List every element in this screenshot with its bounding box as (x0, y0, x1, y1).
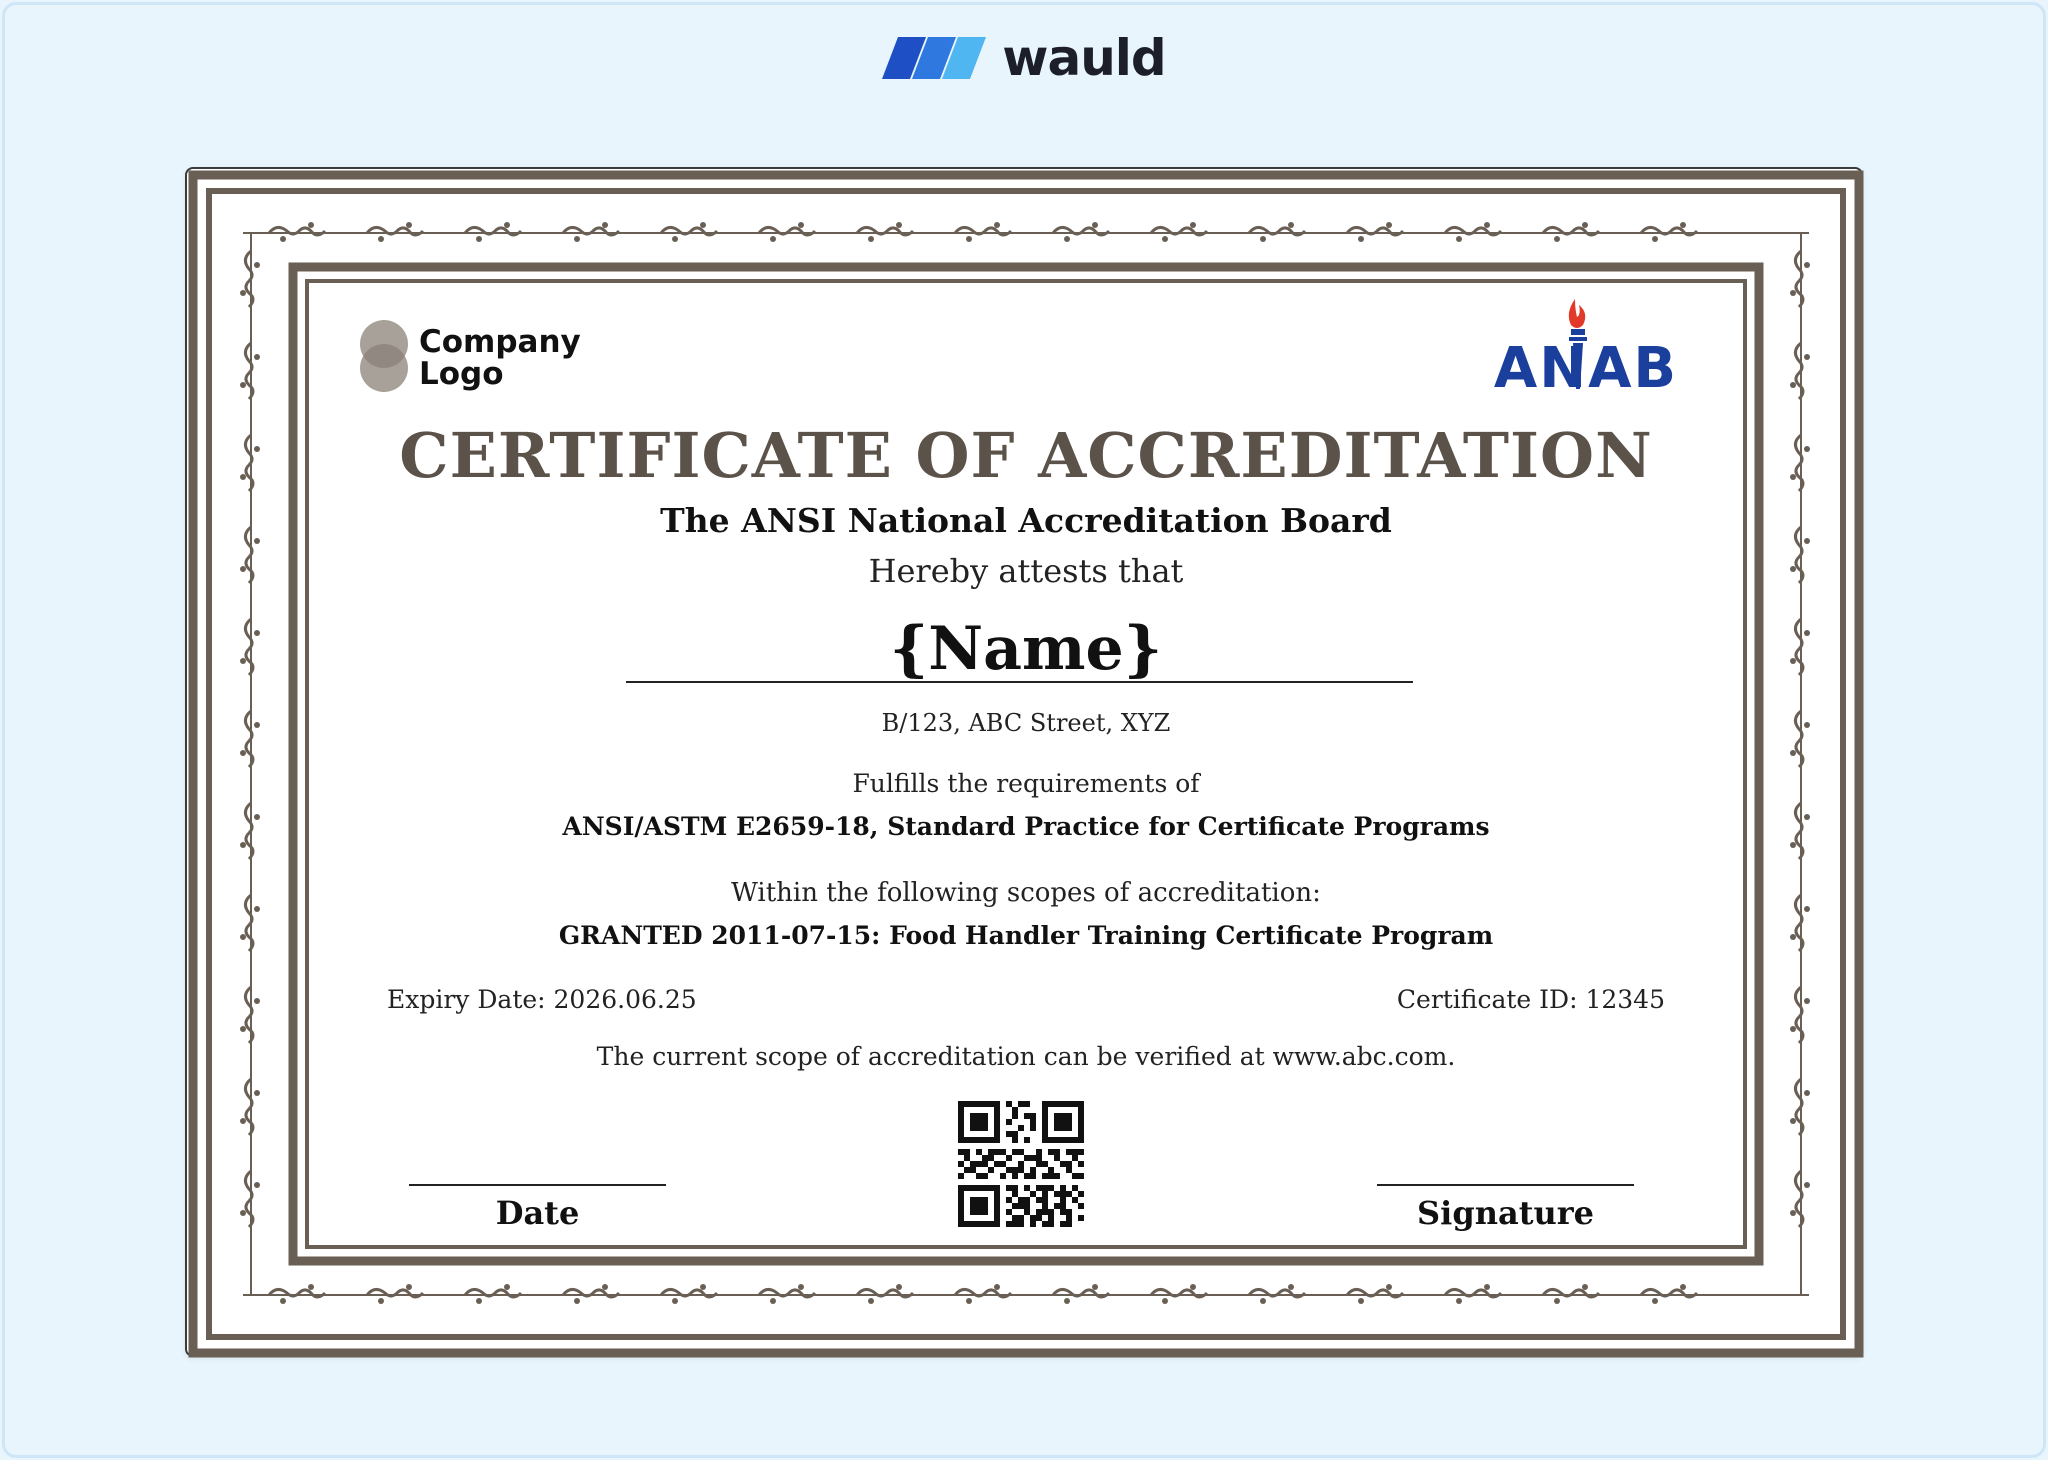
date-label: Date (495, 1194, 580, 1232)
scopes-label: Within the following scopes of accredita… (731, 878, 1321, 908)
attests-text: Hereby attests that (868, 552, 1184, 590)
standard-name: ANSI/ASTM E2659-18, Standard Practice fo… (562, 812, 1490, 841)
fulfills-label: Fulfills the requirements of (852, 769, 1200, 798)
expiry-date: Expiry Date: 2026.06.25 (387, 985, 697, 1014)
signature-label: Signature (1417, 1194, 1594, 1232)
company-logo-text: Company Logo (419, 324, 581, 392)
verify-text: The current scope of accreditation can b… (596, 1042, 1456, 1071)
date-line (409, 1184, 666, 1186)
issuer-name: The ANSI National Accreditation Board (660, 501, 1392, 540)
anab-logo: ANAB (1491, 291, 1681, 401)
recipient-address: B/123, ABC Street, XYZ (881, 709, 1171, 737)
torch-icon: ANAB (1494, 299, 1678, 401)
brand-header: wauld (0, 28, 2048, 88)
company-logo-icon (359, 319, 409, 397)
certificate-title: CERTIFICATE OF ACCREDITATION (399, 419, 1653, 492)
name-underline (626, 681, 1413, 683)
brand-name: wauld (1002, 29, 1166, 87)
company-logo: Company Logo (359, 319, 581, 397)
wauld-logo-icon (882, 35, 988, 81)
anab-text: ANAB (1494, 336, 1678, 393)
certificate-card: Company Logo ANAB CERTIFICATE OF ACCREDI… (185, 167, 1864, 1358)
recipient-name: {Name} (889, 614, 1163, 684)
certificate-id: Certificate ID: 12345 (1396, 985, 1665, 1014)
signature-line (1377, 1184, 1634, 1186)
granted-scope: GRANTED 2011-07-15: Food Handler Trainin… (558, 921, 1494, 950)
qr-code-icon (958, 1101, 1084, 1231)
